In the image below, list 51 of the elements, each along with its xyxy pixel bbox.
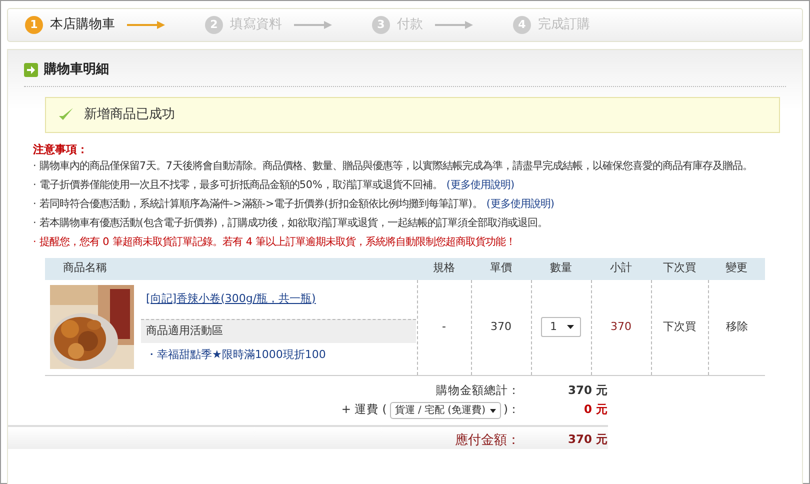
column-header: 規格 <box>417 258 471 280</box>
column-header: 數量 <box>531 258 591 280</box>
shipping-value: 0 元 <box>582 401 608 418</box>
column-header: 變更 <box>708 258 765 280</box>
step-number: 1 <box>25 16 43 34</box>
caret-icon <box>490 408 496 413</box>
column-header: 小計 <box>591 258 651 280</box>
step-label: 付款 <box>397 16 423 34</box>
note-text: 電子折價券僅能使用一次且不找零，最多可折抵商品金額的50%，取消訂單或退貨不回補。 (更多使用說明) <box>39 178 515 192</box>
help-link[interactable]: (更多使用說明) <box>446 178 515 190</box>
subtotal-cell: 370 <box>610 320 632 333</box>
bullet: · <box>33 216 36 230</box>
bullet: · <box>33 234 36 250</box>
shipping-label: + 運費 ( <box>341 402 387 416</box>
remove-link[interactable]: 移除 <box>726 320 748 333</box>
total-value: 370 元 <box>528 425 608 450</box>
note-text: 若本購物車有優惠活動(包含電子折價券)，訂購成功後，如欲取消訂單或退貨，一起結帳的訂單須全部取消或退回。 <box>39 216 548 230</box>
bullet: · <box>33 196 36 212</box>
success-message: 新增商品已成功 <box>84 106 175 124</box>
step-label: 完成訂購 <box>538 16 590 34</box>
note-text: 若同時符合優惠活動，系統計算順序為滿件->滿額->電子折價券(折扣金額依比例均攤到每筆訂單)。 (更多使用說明) <box>39 196 554 212</box>
total-label: 應付金額： <box>8 425 528 450</box>
subtotal-value: 370 元 <box>566 382 608 399</box>
caret-icon <box>567 325 574 330</box>
arrow-icon <box>435 20 473 30</box>
bullet: · <box>33 158 36 174</box>
price-cell: 370 <box>490 320 512 333</box>
step-label: 本店購物車 <box>50 16 115 34</box>
panel-title: 購物車明細 <box>44 61 109 79</box>
help-link[interactable]: (更多使用說明) <box>486 198 554 210</box>
product-link[interactable]: [向記]香辣小卷(300g/瓶，共一瓶) <box>146 290 416 307</box>
arrow-icon <box>294 20 332 30</box>
column-header: 商品名稱 <box>45 258 417 280</box>
promo-heading: 商品適用活動區 <box>141 319 416 342</box>
notes-title: 注意事項： <box>33 142 89 156</box>
subtotal-label: 購物金額總計： <box>435 382 521 399</box>
promo-link[interactable]: ・幸福甜點季★限時滿1000現折100 <box>141 342 416 367</box>
note-text: 提醒您，您有 0 筆超商未取貨訂單記錄。若有 4 筆以上訂單逾期未取貨，系統將自動限制您超商取貨功能！ <box>39 234 516 250</box>
spec-cell: - <box>442 320 446 333</box>
check-icon <box>58 106 74 122</box>
column-header: 下次買 <box>651 258 708 280</box>
colon: )： <box>504 402 520 416</box>
buy-later-link[interactable]: 下次買 <box>663 320 696 333</box>
step-label: 填寫資料 <box>230 16 282 34</box>
arrow-icon <box>127 20 165 30</box>
column-header: 單價 <box>471 258 531 280</box>
bullet: · <box>33 178 36 192</box>
shipping-select[interactable]: 貨運 / 宅配 (免運費) <box>390 402 500 420</box>
quantity-select[interactable]: 1 <box>541 317 581 338</box>
note-text: 購物車內的商品僅保留7天。7天後將會自動清除。商品價格、數量、贈品與優惠等，以實際結帳完成為準，請盡早完成結帳，以確保您喜愛的商品有庫存及贈品。 <box>39 158 753 174</box>
arrow-icon <box>24 62 38 77</box>
